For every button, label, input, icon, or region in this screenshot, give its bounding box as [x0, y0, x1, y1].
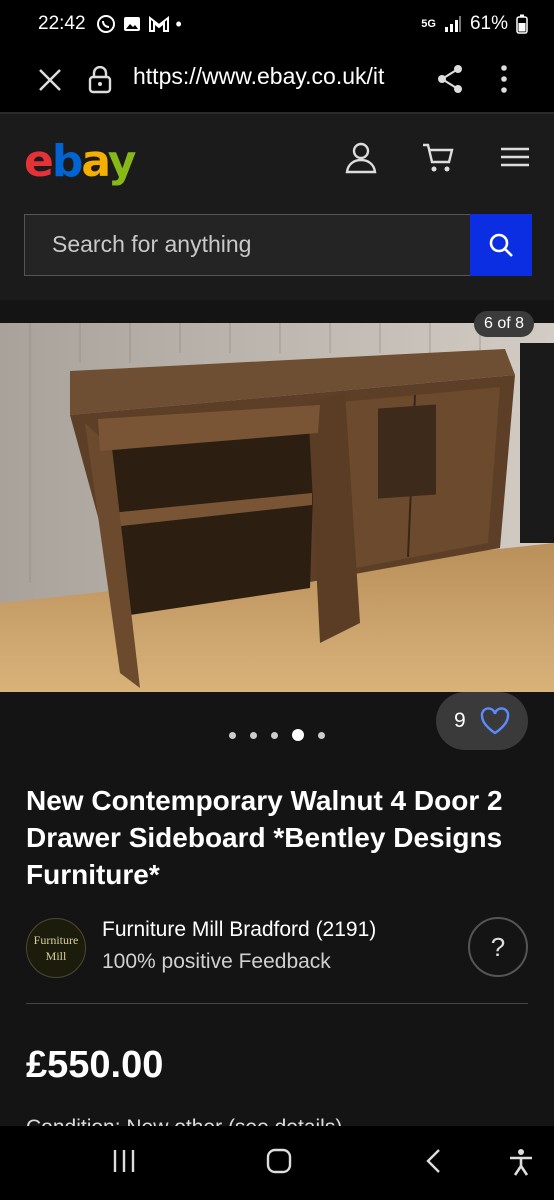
- listing-title: New Contemporary Walnut 4 Door 2 Drawer …: [26, 785, 503, 890]
- seller-feedback: 100% positive Feedback: [102, 950, 331, 973]
- more-notifications-dot: •: [175, 13, 182, 34]
- gmail-icon: [148, 15, 169, 32]
- heart-icon: [480, 707, 509, 735]
- search-input[interactable]: Search for anything: [52, 231, 251, 258]
- product-image[interactable]: [0, 323, 554, 692]
- whatsapp-icon: [96, 15, 115, 33]
- sideboard-photo: [0, 323, 554, 692]
- seller-info[interactable]: Furniture Mill Furniture Mill Bradford (…: [0, 908, 554, 988]
- section-divider: [26, 1003, 528, 1004]
- image-counter: 6 of 8: [473, 311, 534, 337]
- question-icon: ?: [490, 931, 506, 962]
- seller-name[interactable]: Furniture Mill Bradford (2191): [102, 918, 376, 942]
- more-vert-icon[interactable]: [494, 64, 514, 94]
- help-button[interactable]: ?: [468, 917, 528, 977]
- account-icon[interactable]: [344, 140, 378, 174]
- ebay-header: ebay Search for anything: [0, 114, 554, 300]
- watch-button[interactable]: 9: [436, 692, 528, 750]
- address-bar[interactable]: https://www.ebay.co.uk/it: [133, 63, 415, 90]
- carousel-dot[interactable]: [229, 731, 236, 739]
- share-icon[interactable]: [436, 64, 464, 94]
- status-time: 22:42: [38, 13, 86, 34]
- carousel-dot[interactable]: [250, 731, 257, 739]
- status-right: 5G 61%: [421, 13, 528, 35]
- seller-avatar[interactable]: Furniture Mill: [26, 918, 86, 978]
- close-icon[interactable]: [36, 66, 64, 94]
- ebay-logo[interactable]: ebay: [24, 136, 136, 187]
- network-5g-icon: 5G: [421, 18, 436, 30]
- search-icon: [489, 233, 513, 257]
- signal-icon: [444, 16, 461, 32]
- lock-icon[interactable]: [88, 66, 112, 94]
- battery-icon: [516, 14, 528, 34]
- search-button[interactable]: [470, 214, 532, 276]
- accessibility-icon[interactable]: [508, 1148, 534, 1176]
- browser-toolbar: https://www.ebay.co.uk/it: [0, 48, 554, 112]
- watch-count: 9: [454, 709, 466, 732]
- notification-icons: •: [96, 14, 182, 35]
- menu-icon[interactable]: [498, 140, 532, 174]
- system-nav-bar: [0, 1126, 554, 1200]
- gallery-icon: [123, 17, 140, 31]
- carousel-dot-active[interactable]: [292, 729, 304, 741]
- search-bar[interactable]: Search for anything: [24, 214, 532, 276]
- home-icon[interactable]: [265, 1148, 293, 1174]
- cart-icon[interactable]: [421, 140, 455, 174]
- back-icon[interactable]: [425, 1148, 443, 1174]
- carousel-dot[interactable]: [271, 731, 278, 739]
- recent-apps-icon[interactable]: [112, 1148, 136, 1174]
- battery-percent: 61%: [469, 13, 508, 34]
- price: £550.00: [26, 1044, 164, 1086]
- status-bar: 22:42 • 5G 61%: [0, 0, 554, 48]
- carousel-dot[interactable]: [318, 731, 325, 739]
